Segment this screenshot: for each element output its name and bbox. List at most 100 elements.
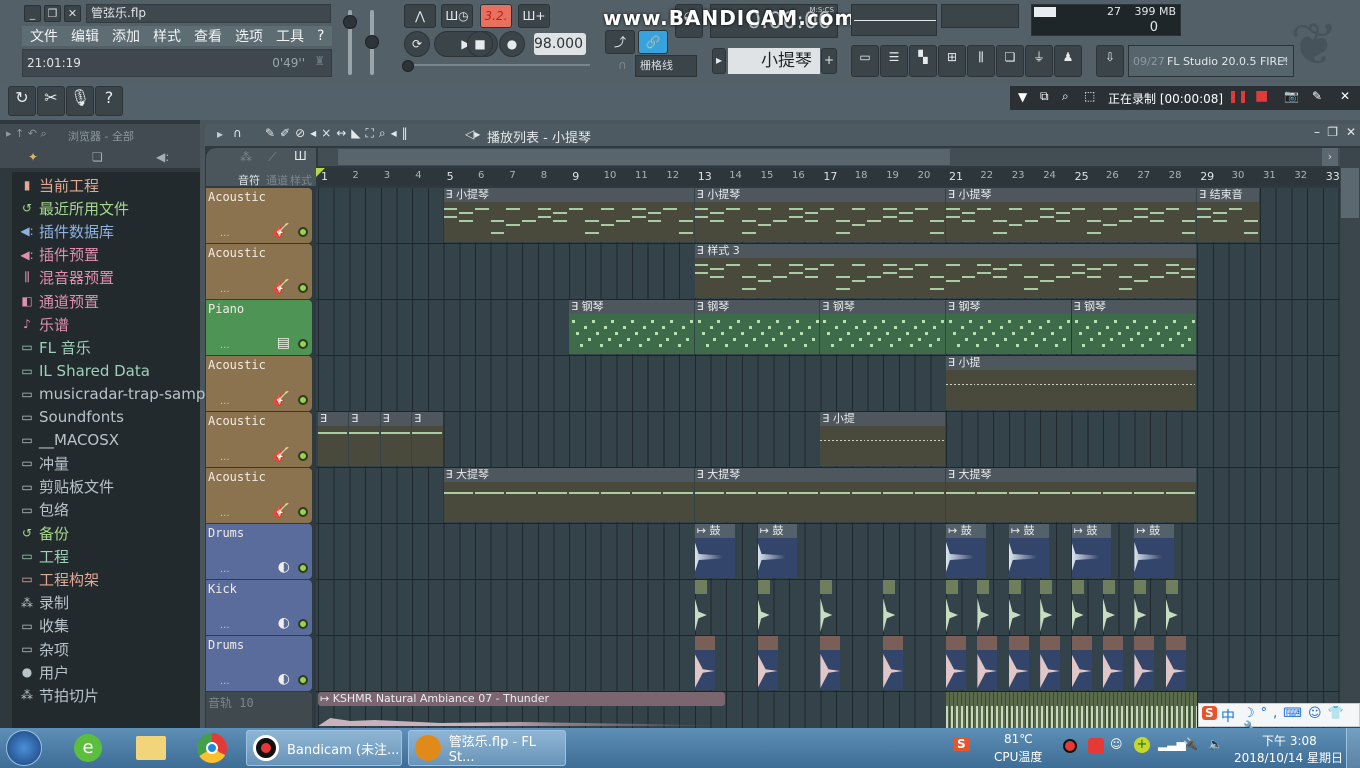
audio-loop-clips[interactable] (946, 692, 1198, 728)
playlist-clip[interactable]: ∃ 小提琴 (443, 188, 694, 242)
stop-button[interactable]: ■ (467, 31, 493, 57)
track-mute-led[interactable] (298, 339, 308, 349)
playlist-close-icon[interactable]: ✕ (1346, 125, 1356, 139)
bar-number[interactable]: 21 (949, 170, 963, 183)
playlist-clip[interactable]: ∃ 大提琴 (694, 468, 945, 522)
bar-number[interactable]: 14 (729, 170, 742, 181)
browser-item[interactable]: ▭ Soundfonts (18, 406, 124, 428)
playlist-tools-icons[interactable]: ✎✐⊘◂×↔◣⛶⌕◂‖ (265, 126, 413, 141)
track-mute-led[interactable] (298, 451, 308, 461)
explorer-icon[interactable] (136, 736, 166, 760)
clock-time[interactable]: 下午 3:08 (1262, 732, 1317, 749)
browser-item[interactable]: ⁂ 录制 (18, 592, 69, 614)
snare-clip[interactable] (946, 636, 966, 690)
browser-item[interactable]: ↺ 备份 (18, 522, 69, 544)
kick-clip[interactable] (1165, 580, 1178, 634)
dropdown-icon[interactable]: ▼ (1018, 90, 1027, 104)
bar-number[interactable]: 26 (1106, 170, 1119, 181)
track-mute-led[interactable] (298, 563, 308, 573)
browser-item[interactable]: ♪ 乐谱 (18, 313, 69, 335)
snare-clip[interactable] (1040, 636, 1061, 690)
bar-number[interactable]: 5 (447, 170, 454, 183)
browser-item[interactable]: ▭ 收集 (18, 615, 69, 637)
bar-number[interactable]: 2 (352, 170, 358, 181)
track-menu-dots[interactable]: ... (220, 228, 230, 239)
snap-select[interactable]: 栅格线 (635, 55, 697, 77)
kick-clip[interactable] (757, 580, 770, 634)
playlist-clip[interactable]: ∃ (349, 412, 380, 466)
track-menu-dots[interactable]: ... (220, 564, 230, 575)
bar-number[interactable]: 31 (1263, 170, 1276, 181)
bar-number[interactable]: 16 (792, 170, 805, 181)
step-edit-button[interactable]: Ш+ (518, 4, 550, 28)
menu-tools[interactable]: 工具 (276, 26, 304, 46)
link-button[interactable]: 🔗 (638, 30, 668, 54)
bar-number[interactable]: 9 (572, 170, 579, 183)
bandicam-tray-icon[interactable] (1063, 739, 1077, 753)
browser-item[interactable]: ▭ musicradar-trap-samples (18, 383, 226, 405)
bar-number[interactable]: 11 (635, 170, 648, 181)
bar-number[interactable]: 13 (698, 170, 712, 183)
snare-clip[interactable] (694, 636, 715, 690)
menu-add[interactable]: 添加 (112, 26, 140, 46)
master-volume-handle[interactable] (343, 15, 357, 29)
stop-recording-icon[interactable]: ■ (1255, 88, 1268, 104)
search-icon[interactable]: ⌕ (1062, 89, 1069, 104)
snap-magnet-icon[interactable]: ∩ (233, 126, 242, 140)
playlist-clip[interactable]: ∃ 钢琴 (569, 300, 694, 354)
bar-number[interactable]: 19 (886, 170, 899, 181)
tempo-field[interactable]: 98.000 (534, 33, 586, 55)
tab-notes[interactable]: 音符 (238, 172, 260, 188)
kick-clip[interactable] (1071, 580, 1084, 634)
bar-number[interactable]: 17 (823, 170, 837, 183)
browser-item[interactable]: ◀: 插件数据库 (18, 220, 114, 242)
ime-mode[interactable]: 中 (1221, 706, 1235, 726)
browser-item[interactable]: ▭ __MACOSX (18, 429, 119, 451)
kick-clip[interactable] (977, 580, 990, 634)
kick-clip[interactable] (1103, 580, 1115, 634)
browser-item[interactable]: ↺ 最近所用文件 (18, 197, 129, 219)
track-header[interactable]: Acoustic... 🎸 (206, 468, 312, 523)
microphone-button[interactable]: 🎙 (66, 86, 94, 116)
chrome-icon[interactable] (197, 733, 227, 763)
timeline-ruler[interactable]: 1 2 3 4 5 6 7 8 9 10 11 12 13 14 15 16 17 18 19 20 21 22 23 24 2… (318, 168, 1340, 186)
playlist-clip[interactable]: ∃ (318, 412, 349, 466)
bar-number[interactable]: 18 (855, 170, 868, 181)
playlist-clip[interactable]: ∃ 钢琴 (946, 300, 1071, 354)
playlist-clip[interactable]: ∃ (412, 412, 443, 466)
playlist-minimize-icon[interactable]: – (1314, 125, 1320, 139)
snare-clip[interactable] (1165, 636, 1186, 690)
bar-number[interactable]: 3 (384, 170, 390, 181)
clock-date[interactable]: 2018/10/14 星期日 (1234, 749, 1343, 766)
playlist-clip[interactable]: ∃ 大提琴 (443, 468, 694, 522)
playlist-clip[interactable]: ↦ 鼓 (1008, 524, 1049, 578)
track-menu-dots[interactable]: ... (220, 676, 230, 687)
metronome-button[interactable]: ⋀ (404, 4, 436, 28)
tab-patterns[interactable]: 样式 (290, 172, 312, 188)
track-mute-led[interactable] (298, 507, 308, 517)
playlist-clip[interactable]: ↦ 鼓 (694, 524, 735, 578)
bar-number[interactable]: 32 (1294, 170, 1307, 181)
bar-number[interactable]: 20 (918, 170, 931, 181)
taskbar-app-flstudio[interactable]: 管弦乐.flp - FL St... (408, 730, 566, 766)
snare-clip[interactable] (1071, 636, 1092, 690)
track-menu-dots[interactable]: ... (220, 620, 230, 631)
track-mute-led[interactable] (298, 675, 308, 685)
track-header[interactable]: Piano... ▤ (206, 300, 312, 355)
playlist-clip[interactable]: ∃ (380, 412, 412, 466)
loop-record-button[interactable]: ⟳ (404, 31, 430, 57)
tab-channels[interactable]: 通道 (266, 172, 288, 188)
track-menu-dots[interactable]: ... (220, 508, 230, 519)
playlist-clip[interactable]: ∃ 钢琴 (1071, 300, 1197, 354)
sogou-icon[interactable]: S (1202, 706, 1217, 720)
bar-number[interactable]: 28 (1169, 170, 1182, 181)
playlist-clip[interactable]: ∃ 小提 (946, 356, 1197, 410)
playlist-clip[interactable]: ∃ 结束音 (1197, 188, 1259, 242)
window-icon[interactable]: ⧉ (1040, 89, 1049, 104)
vertical-scrollbar[interactable] (1340, 148, 1360, 728)
playlist-clip[interactable]: ∃ 钢琴 (820, 300, 945, 354)
plugin-picker-button[interactable]: ⏚ (1025, 45, 1053, 77)
menu-file[interactable]: 文件 (30, 26, 58, 46)
playlist-clip[interactable]: ↦ 鼓 (1071, 524, 1112, 578)
touch-controller-button[interactable]: ♟ (1054, 45, 1082, 77)
